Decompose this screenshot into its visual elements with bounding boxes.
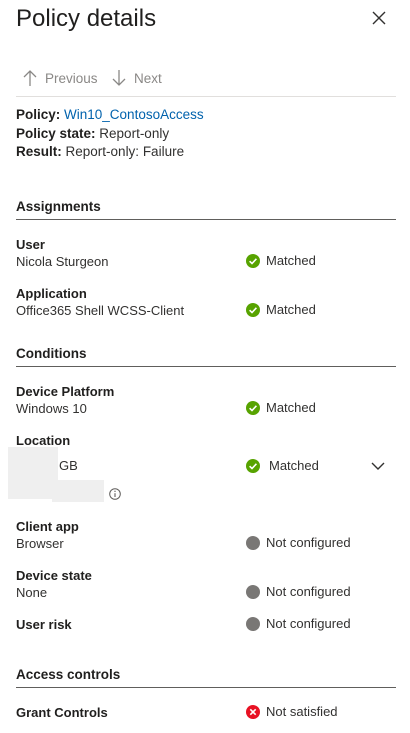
gray-circle-icon bbox=[246, 535, 260, 550]
info-icon[interactable] bbox=[109, 488, 121, 500]
previous-label: Previous bbox=[45, 70, 98, 86]
policy-summary: Policy: Win10_ContosoAccess Policy state… bbox=[16, 106, 204, 162]
device-state-label: Device state bbox=[16, 568, 92, 583]
panel-title: Policy details bbox=[16, 5, 157, 32]
check-circle-icon bbox=[246, 302, 260, 317]
result-value: Report-only: Failure bbox=[65, 144, 185, 159]
user-risk-status: Not configured bbox=[246, 616, 351, 631]
result-label: Result: bbox=[16, 144, 62, 159]
assignments-heading: Assignments bbox=[16, 199, 396, 220]
divider bbox=[16, 96, 396, 97]
previous-button[interactable]: Previous bbox=[23, 66, 98, 90]
gray-circle-icon bbox=[246, 584, 260, 599]
grant-controls-label: Grant Controls bbox=[16, 705, 108, 720]
application-row: Application Office365 Shell WCSS-Client bbox=[16, 285, 396, 319]
user-row: User Nicola Sturgeon bbox=[16, 236, 396, 270]
client-app-label: Client app bbox=[16, 519, 79, 534]
redacted-block bbox=[8, 447, 58, 499]
application-label: Application bbox=[16, 286, 87, 301]
device-platform-status: Matched bbox=[246, 400, 316, 415]
policy-state-label: Policy state: bbox=[16, 125, 96, 141]
device-state-status: Not configured bbox=[246, 584, 351, 599]
user-status-text: Matched bbox=[266, 253, 316, 268]
arrow-up-icon bbox=[23, 70, 37, 86]
device-platform-value: Windows 10 bbox=[16, 401, 87, 416]
check-circle-icon bbox=[246, 253, 260, 268]
client-app-status: Not configured bbox=[246, 535, 351, 550]
redacted-block bbox=[52, 480, 104, 502]
user-status: Matched bbox=[246, 253, 316, 268]
gray-circle-icon bbox=[246, 616, 260, 631]
device-platform-row: Device Platform Windows 10 bbox=[16, 383, 396, 417]
device-state-status-text: Not configured bbox=[266, 584, 351, 599]
user-value: Nicola Sturgeon bbox=[16, 254, 109, 269]
policy-label: Policy: bbox=[16, 107, 61, 122]
device-platform-label: Device Platform bbox=[16, 384, 115, 399]
user-label: User bbox=[16, 237, 45, 252]
next-button[interactable]: Next bbox=[112, 66, 162, 90]
access-controls-heading: Access controls bbox=[16, 667, 396, 688]
arrow-down-icon bbox=[112, 70, 126, 86]
next-label: Next bbox=[134, 70, 162, 86]
error-circle-icon bbox=[246, 704, 260, 719]
device-platform-status-text: Matched bbox=[266, 400, 316, 415]
grant-controls-status-text: Not satisfied bbox=[266, 704, 338, 719]
application-value: Office365 Shell WCSS-Client bbox=[16, 303, 185, 318]
check-circle-icon bbox=[246, 400, 260, 415]
policy-link[interactable]: Win10_ContosoAccess bbox=[64, 107, 204, 122]
grant-controls-status: Not satisfied bbox=[246, 704, 338, 719]
chevron-down-icon[interactable] bbox=[370, 458, 386, 474]
conditions-heading: Conditions bbox=[16, 346, 396, 367]
location-label: Location bbox=[16, 433, 71, 448]
location-value: GB bbox=[59, 458, 78, 473]
application-status-text: Matched bbox=[266, 302, 316, 317]
close-icon[interactable] bbox=[368, 7, 390, 29]
grant-controls-row: Grant Controls bbox=[16, 704, 396, 721]
location-status-text: Matched bbox=[269, 458, 319, 473]
policy-state-value: Report-only bbox=[99, 125, 170, 141]
user-risk-status-text: Not configured bbox=[266, 616, 351, 631]
application-status: Matched bbox=[246, 302, 316, 317]
location-status: Matched bbox=[246, 458, 319, 473]
client-app-status-text: Not configured bbox=[266, 535, 351, 550]
check-circle-icon bbox=[246, 458, 260, 473]
location-row: Location bbox=[16, 432, 396, 449]
